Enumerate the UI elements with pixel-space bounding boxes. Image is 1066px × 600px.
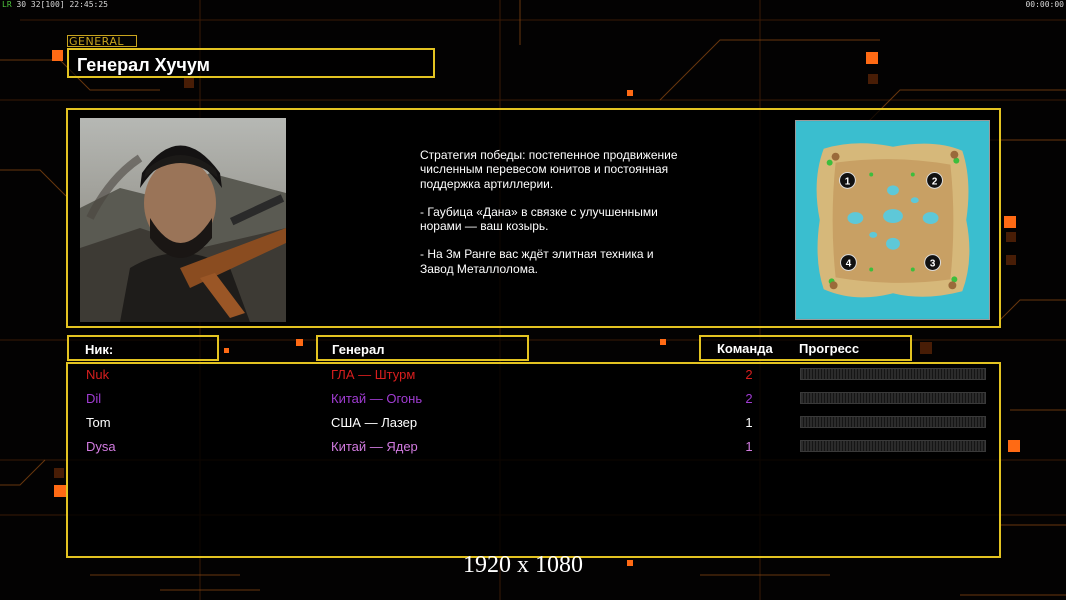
player-progress-bar [800, 368, 986, 380]
description-paragraph: Стратегия победы: постепенное продвижени… [420, 148, 678, 191]
player-progress-bar [800, 392, 986, 404]
player-team: 2 [745, 391, 753, 406]
fps-values: 30 32[100] [16, 0, 65, 9]
player-general: США — Лазер [331, 415, 418, 430]
player-row: Nuk ГЛА — Штурм 2 [68, 364, 999, 386]
title-frame: Генерал Хучум [67, 48, 435, 78]
header-team-progress: Команда Прогресс [699, 335, 912, 361]
player-general: Китай — Ядер [331, 439, 418, 454]
general-portrait [80, 118, 286, 322]
spawn-label: 4 [846, 259, 852, 270]
description-paragraph: - Гаубица «Дана» в связке с улучшенными … [420, 204, 658, 234]
spawn-point-3: 3 [924, 254, 941, 271]
player-nick: Dil [86, 391, 102, 406]
spawn-point-2: 2 [926, 171, 943, 189]
player-team: 2 [745, 367, 753, 382]
game-timer: 00:00:00 [1025, 0, 1064, 9]
player-general: Китай — Огонь [331, 391, 423, 406]
map-preview: 1 2 3 4 [795, 120, 990, 320]
header-nick-label: Ник: [85, 342, 114, 357]
fps-counter: LR 30 32[100] 22:45:25 [2, 0, 108, 9]
general-tag: GENERAL [67, 35, 137, 48]
strategy-description: Стратегия победы: постепенное продвижени… [420, 148, 680, 276]
header-general-label: Генерал [332, 342, 385, 357]
spawn-label: 3 [930, 259, 936, 270]
header-team-label: Команда [717, 341, 773, 356]
spawn-point-1: 1 [839, 171, 856, 189]
spawn-point-4: 4 [840, 254, 857, 271]
general-info-panel: Стратегия победы: постепенное продвижени… [66, 108, 1001, 328]
player-general: ГЛА — Штурм [331, 367, 416, 382]
clock: 22:45:25 [69, 0, 108, 9]
player-team: 1 [745, 439, 753, 454]
player-nick: Dysa [86, 439, 116, 454]
player-row: Dysa Китай — Ядер 1 [68, 436, 999, 458]
players-list: Nuk ГЛА — Штурм 2 Dil Китай — Огонь 2 To… [66, 362, 1001, 558]
resolution-label: 1920 x 1080 [463, 552, 583, 578]
description-paragraph: - На 3м Ранге вас ждёт элитная техника и… [420, 247, 654, 276]
player-nick: Tom [86, 415, 111, 430]
spawn-label: 1 [845, 176, 851, 187]
header-nick: Ник: [67, 335, 219, 361]
player-progress-bar [800, 440, 986, 452]
spawn-label: 2 [932, 176, 938, 187]
player-team: 1 [745, 415, 753, 430]
player-nick: Nuk [86, 367, 110, 382]
general-title: Генерал Хучум [77, 55, 210, 75]
player-progress-bar [800, 416, 986, 428]
player-row: Tom США — Лазер 1 [68, 412, 999, 434]
fps-tag: LR [2, 0, 12, 9]
header-general: Генерал [316, 335, 529, 361]
header-progress-label: Прогресс [799, 341, 860, 356]
player-row: Dil Китай — Огонь 2 [68, 388, 999, 410]
